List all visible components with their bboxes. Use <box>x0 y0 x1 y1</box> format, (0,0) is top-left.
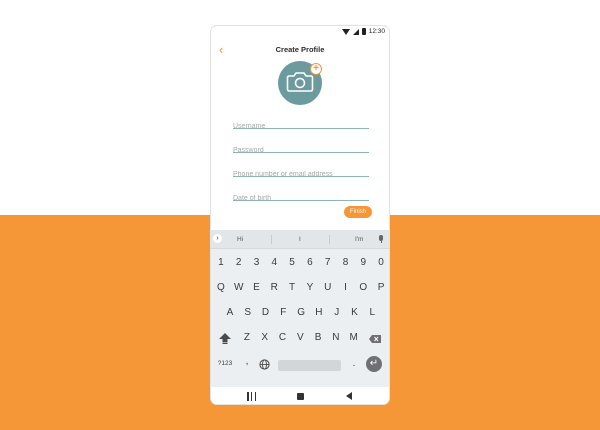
key-r[interactable]: R <box>265 277 283 299</box>
keyboard: › Hi I I'm 1234567890 QWERTYUIOP ASDFGHJ… <box>211 230 389 387</box>
phone-frame: 12:30 ‹ Create Profile + Finish › Hi I I… <box>210 25 390 405</box>
suggestion-3[interactable]: I'm <box>355 236 363 243</box>
dob-input[interactable] <box>233 192 369 205</box>
page-title: Create Profile <box>275 45 325 54</box>
key-row-bottom: ?123 , . ↵ <box>211 353 389 375</box>
key-l[interactable]: L <box>363 302 381 324</box>
contact-field[interactable] <box>233 163 369 181</box>
key-w[interactable]: W <box>230 277 248 299</box>
key-e[interactable]: E <box>248 277 266 299</box>
finish-button[interactable]: Finish <box>344 206 372 218</box>
key-row-3: ZXCVBNM <box>211 327 389 349</box>
key-row-2: ASDFGHJKL <box>211 302 389 324</box>
backspace-icon[interactable] <box>369 335 381 343</box>
suggestion-2[interactable]: I <box>299 236 301 243</box>
home-icon[interactable] <box>297 393 304 400</box>
key-2[interactable]: 2 <box>230 252 248 274</box>
wifi-icon <box>341 28 350 35</box>
shift-icon[interactable] <box>219 333 231 344</box>
key-j[interactable]: J <box>328 302 346 324</box>
battery-icon <box>361 28 366 35</box>
navigation-bar <box>211 387 389 404</box>
key-4[interactable]: 4 <box>265 252 283 274</box>
key-q[interactable]: Q <box>212 277 230 299</box>
key-z[interactable]: Z <box>238 327 256 349</box>
key-5[interactable]: 5 <box>283 252 301 274</box>
key-7[interactable]: 7 <box>319 252 337 274</box>
microphone-stem <box>380 241 382 243</box>
key-p[interactable]: P <box>372 277 389 299</box>
plus-icon[interactable]: + <box>310 63 322 75</box>
password-input[interactable] <box>233 144 369 157</box>
username-field[interactable] <box>233 115 369 133</box>
key-i[interactable]: I <box>337 277 355 299</box>
signal-icon <box>352 28 359 35</box>
expand-icon[interactable]: › <box>213 234 222 243</box>
globe-icon[interactable] <box>259 359 270 370</box>
camera-icon <box>286 72 314 92</box>
key-c[interactable]: C <box>274 327 292 349</box>
key-3[interactable]: 3 <box>248 252 266 274</box>
recent-apps-icon[interactable] <box>247 392 256 401</box>
period-key[interactable]: . <box>348 353 360 375</box>
enter-key[interactable]: ↵ <box>366 356 382 372</box>
key-h[interactable]: H <box>310 302 328 324</box>
comma-key[interactable]: , <box>241 353 253 375</box>
key-s[interactable]: S <box>239 302 257 324</box>
key-d[interactable]: D <box>257 302 275 324</box>
dob-field[interactable] <box>233 187 369 205</box>
key-m[interactable]: M <box>345 327 363 349</box>
key-k[interactable]: K <box>346 302 364 324</box>
key-n[interactable]: N <box>327 327 345 349</box>
status-time: 12:30 <box>368 28 385 35</box>
space-key[interactable] <box>278 360 341 371</box>
key-o[interactable]: O <box>354 277 372 299</box>
suggestion-1[interactable]: Hi <box>237 236 243 243</box>
key-x[interactable]: X <box>256 327 274 349</box>
key-row-1: QWERTYUIOP <box>211 277 389 299</box>
key-b[interactable]: B <box>309 327 327 349</box>
key-a[interactable]: A <box>221 302 239 324</box>
username-input[interactable] <box>233 120 369 133</box>
suggestion-bar: › Hi I I'm <box>211 230 389 249</box>
key-0[interactable]: 0 <box>372 252 389 274</box>
key-g[interactable]: G <box>292 302 310 324</box>
number-row: 1234567890 <box>211 252 389 274</box>
key-y[interactable]: Y <box>301 277 319 299</box>
status-bar: 12:30 <box>211 26 389 40</box>
key-f[interactable]: F <box>274 302 292 324</box>
suggestion-divider <box>329 235 330 244</box>
key-9[interactable]: 9 <box>354 252 372 274</box>
key-t[interactable]: T <box>283 277 301 299</box>
key-u[interactable]: U <box>319 277 337 299</box>
suggestion-divider <box>271 235 272 244</box>
key-v[interactable]: V <box>291 327 309 349</box>
back-icon[interactable] <box>346 392 352 400</box>
contact-input[interactable] <box>233 168 369 181</box>
key-1[interactable]: 1 <box>212 252 230 274</box>
password-field[interactable] <box>233 139 369 157</box>
key-6[interactable]: 6 <box>301 252 319 274</box>
key-8[interactable]: 8 <box>337 252 355 274</box>
symbols-key[interactable]: ?123 <box>214 353 236 375</box>
